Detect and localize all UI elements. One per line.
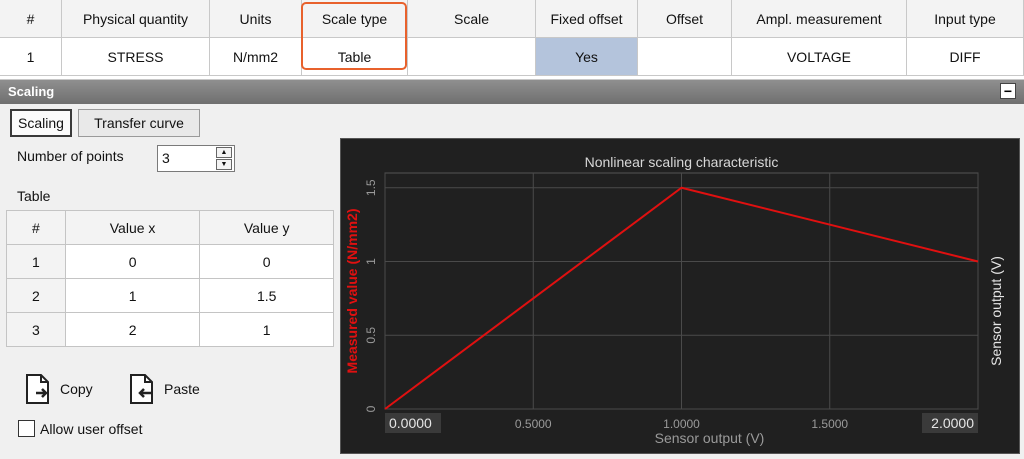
column-header-scale-type[interactable]: Scale type (302, 0, 408, 38)
column-header-index[interactable]: # (0, 0, 62, 38)
table-row[interactable]: 3 2 1 (6, 312, 334, 347)
scaling-chart: 0.0000 0.5000 1.0000 1.5000 2.0000 0 0.5 1 1.5 No… (340, 138, 1020, 454)
copy-button[interactable]: Copy (24, 373, 93, 405)
row-index: 1 (6, 244, 66, 279)
column-header-value-y: Value y (199, 210, 334, 245)
checkbox-box[interactable] (18, 420, 35, 437)
cell-offset[interactable] (638, 38, 732, 76)
chart-canvas: 0.0000 0.5000 1.0000 1.5000 2.0000 0 0.5 1 1.5 No… (344, 154, 1004, 446)
channel-table: # Physical quantity Units Scale type Scale Fi… (0, 0, 1024, 80)
scaling-points-table: # Value x Value y 1 0 0 2 1 1.5 3 2 1 (6, 210, 334, 347)
number-of-points-label: Number of points (17, 148, 124, 164)
y-axis-label: Measured value (N/mm2) (344, 209, 360, 374)
column-header-index: # (6, 210, 66, 245)
value-y-cell[interactable]: 0 (199, 244, 334, 279)
x-tick-label: 2.0000 (931, 415, 974, 431)
table-header-row: # Value x Value y (6, 210, 334, 245)
column-header-ampl-measurement[interactable]: Ampl. measurement (732, 0, 907, 38)
x-tick-label: 0.5000 (515, 417, 552, 431)
copy-icon (26, 374, 49, 404)
column-header-offset[interactable]: Offset (638, 0, 732, 38)
y-tick-label: 0.5 (364, 327, 378, 344)
scaling-panel-title: Scaling (8, 84, 55, 99)
allow-user-offset-label: Allow user offset (40, 420, 143, 437)
column-header-input-type[interactable]: Input type (907, 0, 1024, 38)
channel-table-header: # Physical quantity Units Scale type Scale Fi… (0, 0, 1024, 38)
tab-transfer-curve-label: Transfer curve (94, 115, 184, 131)
value-x-cell[interactable]: 1 (64, 278, 201, 313)
channel-table-row[interactable]: 1 STRESS N/mm2 Table Yes VOLTAGE DIFF (0, 38, 1024, 76)
minus-icon: − (1003, 83, 1013, 99)
table-label: Table (17, 188, 51, 204)
cell-index[interactable]: 1 (0, 38, 62, 76)
cell-scale[interactable] (408, 38, 536, 76)
table-row[interactable]: 1 0 0 (6, 244, 334, 279)
y-tick-label: 1 (364, 258, 378, 265)
paste-button[interactable]: Paste (128, 373, 200, 405)
chart-title: Nonlinear scaling characteristic (585, 154, 779, 170)
cell-fixed-offset[interactable]: Yes (536, 38, 638, 76)
spin-up-icon[interactable]: ▲ (216, 147, 232, 158)
y-tick-label: 1.5 (364, 179, 378, 196)
value-y-cell[interactable]: 1.5 (199, 278, 334, 313)
value-y-cell[interactable]: 1 (199, 312, 334, 347)
value-x-cell[interactable]: 2 (64, 312, 201, 347)
column-header-units[interactable]: Units (210, 0, 302, 38)
column-header-scale[interactable]: Scale (408, 0, 536, 38)
tab-transfer-curve[interactable]: Transfer curve (78, 109, 200, 137)
allow-user-offset-checkbox[interactable]: Allow user offset (18, 420, 142, 437)
x-tick-label: 0.0000 (389, 415, 432, 431)
cell-physical-quantity[interactable]: STRESS (62, 38, 210, 76)
spin-down-icon[interactable]: ▼ (216, 159, 232, 170)
column-header-physical-quantity[interactable]: Physical quantity (62, 0, 210, 38)
number-of-points-value[interactable]: 3 (162, 150, 170, 166)
x-axis-label: Sensor output (V) (655, 430, 765, 446)
collapse-button[interactable]: − (1000, 83, 1016, 99)
cell-input-type[interactable]: DIFF (907, 38, 1024, 76)
row-index: 2 (6, 278, 66, 313)
x-tick-label: 1.0000 (663, 417, 700, 431)
table-row[interactable]: 2 1 1.5 (6, 278, 334, 313)
x-tick-label: 1.5000 (811, 417, 848, 431)
cell-scale-type[interactable]: Table (302, 38, 408, 76)
y-tick-label: 0 (364, 405, 378, 412)
scaling-panel-titlebar: Scaling − (0, 80, 1024, 104)
tab-scaling-label: Scaling (18, 115, 64, 131)
paste-label: Paste (164, 381, 200, 397)
tab-scaling[interactable]: Scaling (10, 109, 72, 137)
value-x-cell[interactable]: 0 (64, 244, 201, 279)
number-of-points-stepper[interactable]: 3 ▲ ▼ (157, 145, 235, 172)
cell-ampl-measurement[interactable]: VOLTAGE (732, 38, 907, 76)
column-header-value-x: Value x (64, 210, 201, 245)
row-index: 3 (6, 312, 66, 347)
paste-icon (130, 374, 153, 404)
cell-units[interactable]: N/mm2 (210, 38, 302, 76)
column-header-fixed-offset[interactable]: Fixed offset (536, 0, 638, 38)
y2-axis-label: Sensor output (V) (988, 256, 1004, 366)
copy-label: Copy (60, 381, 93, 397)
